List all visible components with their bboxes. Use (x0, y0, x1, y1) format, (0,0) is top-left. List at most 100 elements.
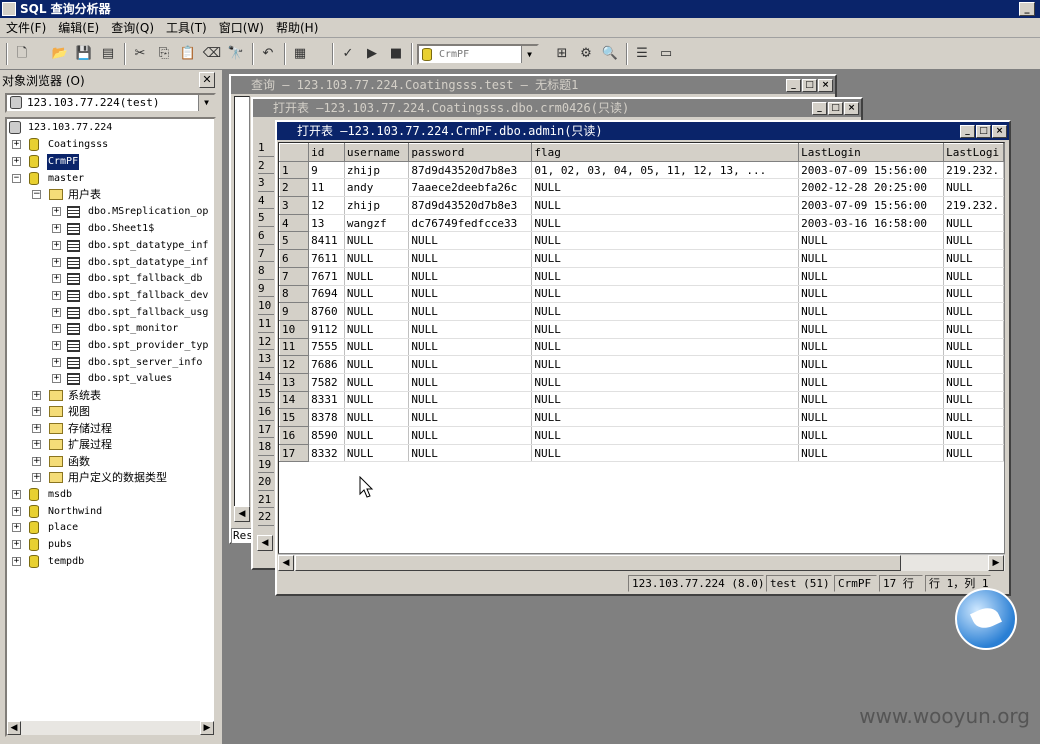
table-cell[interactable]: NULL (943, 320, 1004, 339)
table-cell[interactable]: 87d9d43520d7b8e3 (408, 161, 533, 180)
table-cell[interactable]: NULL (531, 249, 800, 268)
table-cell[interactable]: NULL (531, 426, 800, 445)
row-number-cell[interactable]: 7 (279, 266, 310, 286)
column-header[interactable]: LastLogi (943, 143, 1004, 162)
table-cell[interactable]: NULL (943, 373, 1004, 392)
table-cell[interactable]: 7686 (308, 355, 345, 374)
tree-item-views[interactable]: + 视图 (29, 404, 209, 420)
insert-template-icon[interactable]: ▤ (98, 44, 118, 64)
table-cell[interactable]: NULL (943, 249, 1004, 268)
table-cell[interactable]: 8590 (308, 426, 345, 445)
maximize-icon[interactable]: □ (828, 102, 843, 115)
expand-icon[interactable]: + (12, 557, 21, 566)
expand-icon[interactable]: + (32, 424, 41, 433)
menu-window[interactable]: 窗口(W) (213, 18, 270, 38)
table-cell[interactable]: NULL (408, 302, 533, 321)
table-cell[interactable]: NULL (344, 338, 410, 357)
tree-item-user-types[interactable]: + 用户定义的数据类型 (29, 470, 209, 486)
table-cell[interactable]: NULL (943, 444, 1004, 463)
table-cell[interactable]: NULL (408, 444, 533, 463)
tree-item-system-tables[interactable]: + 系统表 (29, 388, 209, 404)
paste-icon[interactable]: 📋 (178, 44, 198, 64)
tree-item-db-place[interactable]: + place (9, 520, 209, 536)
table-cell[interactable]: NULL (531, 267, 800, 286)
column-header[interactable]: id (308, 143, 345, 162)
table-cell[interactable]: NULL (344, 267, 410, 286)
table-cell[interactable]: NULL (943, 285, 1004, 304)
tree-item-functions[interactable]: + 函数 (29, 454, 209, 470)
table-cell[interactable]: 2003-07-09 15:56:00 (798, 161, 945, 180)
column-header[interactable]: LastLogin (798, 143, 945, 162)
tree-item-table[interactable]: + dbo.spt_values (49, 371, 214, 387)
table-cell[interactable]: NULL (344, 355, 410, 374)
collapse-icon[interactable]: − (12, 174, 21, 183)
table-cell[interactable]: NULL (943, 267, 1004, 286)
column-header[interactable]: username (343, 143, 410, 162)
table-cell[interactable]: NULL (943, 391, 1004, 410)
table-cell[interactable]: NULL (531, 302, 800, 321)
tree-item-table[interactable]: + dbo.spt_fallback_dev (49, 288, 214, 304)
table-cell[interactable]: NULL (531, 373, 800, 392)
close-icon[interactable]: × (844, 102, 859, 115)
table-cell[interactable]: zhijp (344, 161, 410, 180)
tree-item-db-pubs[interactable]: + pubs (9, 537, 209, 553)
grid-hscrollbar[interactable]: ◀ ▶ (278, 554, 1005, 571)
expand-icon[interactable]: + (32, 407, 41, 416)
table-cell[interactable]: NULL (798, 320, 945, 339)
tree-item-table[interactable]: + dbo.MSreplication_op (49, 204, 214, 220)
tree-item-extended-procedures[interactable]: + 扩展过程 (29, 437, 209, 453)
table-cell[interactable]: NULL (344, 391, 410, 410)
save-icon[interactable]: 💾 (74, 44, 94, 64)
tree-item-table[interactable]: + dbo.spt_monitor (49, 321, 214, 337)
table-cell[interactable]: NULL (798, 249, 945, 268)
table-cell[interactable]: 219.232. (943, 196, 1004, 215)
table-row[interactable]: 1 9 zhijp 87d9d43520d7b8e3 01, 02, 03, 04, 0… (279, 160, 1004, 180)
row-number-cell[interactable]: 16 (279, 426, 310, 445)
table-cell[interactable]: NULL (408, 373, 533, 392)
table-cell[interactable]: 8332 (308, 444, 345, 463)
menu-query[interactable]: 查询(Q) (105, 18, 160, 38)
table-cell[interactable]: NULL (531, 444, 800, 463)
results-grid-icon[interactable]: ▦ (290, 44, 310, 64)
results-grid[interactable]: id username password flag LastLogin Last… (278, 142, 1005, 554)
tree-item-table[interactable]: + dbo.Sheet1$ (49, 221, 214, 237)
table-row[interactable]: 2 11 andy 7aaece2deebfa26c NULL 2002-12-28 20… (279, 178, 1004, 198)
cut-icon[interactable]: ✂ (130, 44, 150, 64)
table-cell[interactable]: zhijp (344, 196, 410, 215)
table-cell[interactable]: NULL (408, 338, 533, 357)
table-cell[interactable]: NULL (344, 426, 410, 445)
menu-edit[interactable]: 编辑(E) (52, 18, 105, 38)
maximize-icon[interactable]: □ (802, 79, 817, 92)
execution-plan-icon[interactable]: ⚙ (576, 44, 596, 64)
table-cell[interactable]: wangzf (344, 214, 410, 233)
expand-icon[interactable]: + (12, 490, 21, 499)
table-row[interactable]: 8 7694 NULL NULL NULL NULL NULL (279, 284, 1004, 304)
table-cell[interactable]: NULL (531, 408, 800, 427)
scroll-right-icon[interactable]: ▶ (200, 721, 214, 735)
table-cell[interactable]: 8331 (308, 391, 345, 410)
object-search-icon[interactable]: 🔍 (600, 44, 620, 64)
tree-item-db-northwind[interactable]: + Northwind (9, 504, 209, 520)
row-number-cell[interactable]: 17 (279, 443, 310, 463)
table-cell[interactable]: 7555 (308, 338, 345, 357)
expand-icon[interactable]: + (32, 391, 41, 400)
row-number-cell[interactable]: 10 (279, 319, 310, 339)
menu-tools[interactable]: 工具(T) (160, 18, 213, 38)
table-cell[interactable]: NULL (344, 302, 410, 321)
tree-item-db-master[interactable]: − master (9, 171, 209, 187)
table-cell[interactable]: dc76749fedfcce33 (408, 214, 533, 233)
table-cell[interactable]: NULL (943, 214, 1004, 233)
parse-check-icon[interactable]: ✓ (338, 44, 358, 64)
table-cell[interactable]: 12 (308, 196, 345, 215)
table-cell[interactable]: NULL (798, 373, 945, 392)
maximize-icon[interactable]: □ (976, 125, 991, 138)
row-number-cell[interactable]: 12 (279, 355, 310, 374)
row-number-cell[interactable]: 4 (279, 213, 310, 233)
table-cell[interactable]: NULL (344, 373, 410, 392)
table-cell[interactable]: NULL (344, 408, 410, 427)
expand-icon[interactable]: + (52, 308, 61, 317)
menu-file[interactable]: 文件(F) (0, 18, 52, 38)
expand-icon[interactable]: + (52, 274, 61, 283)
stop-icon[interactable]: ■ (386, 44, 406, 64)
tree-hscrollbar[interactable]: ◀ ▶ (7, 721, 214, 735)
